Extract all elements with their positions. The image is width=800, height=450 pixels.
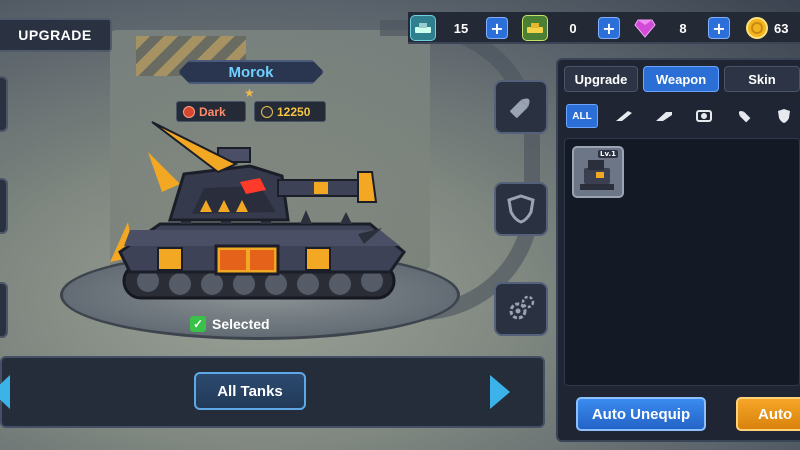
all-tanks-button[interactable]: All Tanks [194, 372, 306, 410]
filter-gun-icon[interactable] [648, 104, 680, 128]
filter-all[interactable]: ALL [566, 104, 598, 128]
currency-gems: 8 + [632, 12, 730, 44]
tank-name: Morok [178, 60, 324, 84]
auto-equip-button[interactable]: Auto [736, 397, 800, 431]
tank-cards-count: 15 [453, 20, 469, 36]
item-level-badge: Lv.1 [598, 150, 618, 158]
next-tank-arrow-icon[interactable] [490, 375, 510, 409]
upgrade-top-button[interactable]: UPGRADE [0, 18, 112, 52]
gears-icon [509, 295, 535, 320]
check-icon: ✓ [190, 316, 206, 332]
filter-engine-icon[interactable] [688, 104, 720, 128]
coin-icon [744, 15, 770, 41]
filter-rifle-icon[interactable] [608, 104, 640, 128]
left-edge-tab-1[interactable] [0, 76, 8, 132]
tank-star-icon: ★ [244, 86, 255, 100]
shield-icon [507, 194, 535, 224]
previous-tank-arrow-icon[interactable] [0, 375, 10, 409]
tab-weapon[interactable]: Weapon [643, 66, 719, 92]
gold-tank-icon [522, 15, 548, 41]
filter-shield-icon[interactable] [768, 104, 800, 128]
settings-gears-button[interactable] [494, 282, 548, 336]
gold-tank-count: 0 [569, 20, 577, 36]
gems-count: 8 [679, 20, 687, 36]
selected-status: ✓ Selected [190, 316, 270, 332]
filter-shell-icon[interactable] [728, 104, 760, 128]
coins-count: 63 [774, 20, 789, 36]
tab-upgrade[interactable]: Upgrade [564, 66, 638, 92]
add-gems-button[interactable]: + [708, 17, 730, 39]
tank-card-icon [410, 15, 436, 41]
gem-icon [632, 15, 658, 41]
add-tank-cards-button[interactable]: + [486, 17, 508, 39]
currency-coins: 63 [744, 12, 800, 44]
left-edge-tab-2[interactable] [0, 178, 8, 234]
tank-image [110, 121, 407, 300]
ammo-button[interactable] [494, 80, 548, 134]
left-edge-tab-3[interactable] [0, 282, 8, 338]
bullet-icon [510, 98, 530, 118]
currency-tank-cards: 15 + [410, 12, 508, 44]
selected-label: Selected [212, 316, 270, 332]
armor-button[interactable] [494, 182, 548, 236]
auto-unequip-button[interactable]: Auto Unequip [576, 397, 706, 431]
add-gold-tank-button[interactable]: + [598, 17, 620, 39]
tab-skin[interactable]: Skin [724, 66, 800, 92]
currency-gold-tank: 0 + [522, 12, 620, 44]
